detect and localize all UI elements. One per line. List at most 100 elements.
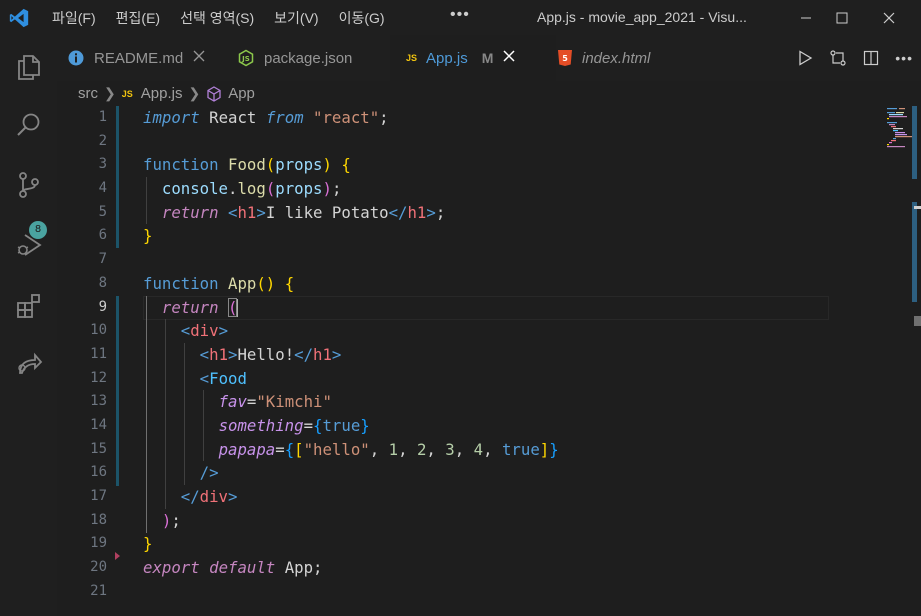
breadcrumb-folder[interactable]: src	[78, 85, 98, 102]
menu-bar: 파일(F) 편집(E) 선택 영역(S) 보기(V) 이동(G)	[52, 0, 405, 35]
line-number: 7	[98, 251, 107, 268]
more-actions-icon[interactable]: •••	[895, 50, 913, 66]
git-change-marker	[116, 296, 119, 486]
chevron-right-icon: ❯	[188, 85, 201, 101]
chevron-right-icon: ❯	[104, 85, 116, 101]
search-icon	[16, 113, 39, 136]
search-button[interactable]	[0, 101, 57, 149]
line-number: 15	[90, 440, 107, 457]
svg-text:5: 5	[562, 54, 568, 63]
source-control-icon	[18, 172, 39, 198]
code-line: );	[161, 510, 181, 530]
remote-explorer-button[interactable]	[0, 341, 57, 389]
code-line: <div>	[180, 321, 229, 341]
overview-change-mark	[912, 106, 917, 179]
code-line: function Food(props) {	[143, 155, 351, 175]
tab-label: README.md	[94, 49, 184, 67]
menu-edit[interactable]: 편집(E)	[116, 8, 160, 28]
code-line: export default App;	[143, 558, 323, 578]
line-number: 18	[90, 511, 107, 528]
close-tab-icon[interactable]	[193, 49, 205, 67]
title-bar: 파일(F) 편집(E) 선택 영역(S) 보기(V) 이동(G) ••• App…	[0, 0, 921, 35]
menu-selection[interactable]: 선택 영역(S)	[180, 8, 254, 28]
close-window-button[interactable]	[866, 0, 912, 35]
tab-readme[interactable]: README.md	[67, 35, 227, 81]
code-line: return <h1>I like Potato</h1>;	[161, 202, 446, 222]
code-line-current: return (	[161, 297, 239, 317]
line-number: 11	[90, 345, 107, 362]
line-number: 1	[98, 109, 107, 125]
menu-more-button[interactable]: •••	[450, 6, 470, 24]
info-icon	[68, 50, 84, 66]
code-line: function App() {	[143, 273, 295, 293]
editor-actions: •••	[797, 35, 913, 81]
code-editor[interactable]: 1 2 3 4 5 6 7 8 9 10 11 12 13 14 15 16 1…	[57, 106, 921, 616]
js-icon: JS	[121, 88, 133, 99]
source-control-button[interactable]	[0, 161, 57, 209]
tab-label: App.js	[426, 49, 468, 67]
split-editor-icon[interactable]	[863, 50, 879, 66]
close-icon	[883, 12, 895, 23]
symbol-method-icon	[207, 85, 221, 102]
menu-go[interactable]: 이동(G)	[339, 8, 385, 28]
menu-view[interactable]: 보기(V)	[274, 8, 318, 28]
overview-change-mark	[912, 202, 917, 302]
code-line: papapa={["hello", 1, 2, 3, 4, true]}	[218, 439, 559, 459]
tab-label: package.json	[264, 49, 353, 67]
activity-bar: 8	[0, 35, 57, 616]
svg-text:JS: JS	[241, 55, 250, 63]
extensions-icon	[16, 294, 40, 318]
tab-index-html[interactable]: 5 index.html	[557, 35, 677, 81]
explorer-button[interactable]	[0, 43, 57, 91]
vertical-scrollbar[interactable]	[910, 106, 921, 616]
line-number: 14	[90, 416, 107, 433]
line-number: 2	[98, 132, 107, 149]
explorer-icon	[17, 55, 40, 80]
line-number: 12	[90, 369, 107, 386]
line-number: 16	[90, 464, 107, 481]
code-lines: import React from "react"; function Food…	[143, 106, 843, 603]
remote-icon	[17, 352, 42, 374]
vscode-logo-icon[interactable]	[8, 7, 30, 29]
compare-changes-icon[interactable]	[829, 49, 847, 67]
code-line: <h1>Hello!</h1>	[199, 344, 342, 364]
minimize-icon	[801, 17, 811, 18]
close-tab-icon[interactable]	[503, 49, 515, 67]
code-line: console.log(props);	[161, 179, 342, 199]
line-number: 4	[98, 180, 107, 197]
menu-file[interactable]: 파일(F)	[52, 8, 96, 28]
code-line: import React from "react";	[143, 108, 389, 127]
js-icon: JS	[406, 53, 418, 63]
code-line: </div>	[180, 487, 238, 506]
line-number: 6	[98, 227, 107, 244]
code-line: <Food	[199, 368, 247, 388]
code-line: fav="Kimchi"	[218, 392, 332, 412]
breadcrumb: src ❯ JS App.js ❯ App	[57, 81, 921, 106]
modified-indicator: M	[481, 50, 494, 66]
line-number-gutter: 1 2 3 4 5 6 7 8 9 10 11 12 13 14 15 16 1…	[57, 106, 113, 603]
line-number: 8	[98, 274, 107, 291]
html5-icon: 5	[558, 50, 572, 66]
overview-mark	[914, 316, 921, 326]
code-line: something={true}	[218, 415, 370, 435]
node-icon: JS	[238, 49, 254, 67]
run-debug-button[interactable]	[0, 221, 57, 269]
line-number: 21	[90, 582, 107, 599]
tab-package-json[interactable]: JS package.json	[237, 35, 397, 81]
maximize-button[interactable]	[819, 0, 865, 35]
git-deletion-marker	[115, 552, 120, 560]
line-number: 13	[90, 393, 107, 410]
line-number: 20	[90, 559, 107, 576]
code-line: }	[143, 226, 153, 246]
run-icon[interactable]	[797, 50, 813, 66]
extensions-button[interactable]	[0, 281, 57, 329]
breadcrumb-symbol[interactable]: App	[228, 85, 255, 102]
line-number: 17	[90, 488, 107, 504]
code-line: }	[143, 534, 153, 554]
line-number: 5	[98, 203, 107, 220]
line-number: 19	[90, 535, 107, 552]
line-number: 3	[98, 156, 107, 173]
tab-app-js[interactable]: JS App.js M	[390, 35, 556, 81]
breadcrumb-file[interactable]: App.js	[141, 85, 183, 102]
